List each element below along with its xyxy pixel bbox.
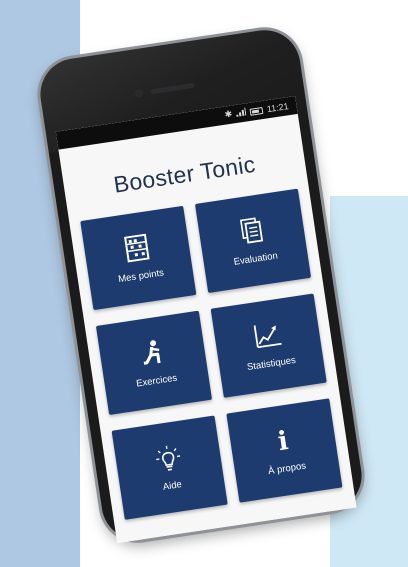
status-time: 11:21 <box>266 101 290 115</box>
app-screen: ✱ 11:21 Booster Tonic Mes points Evaluat… <box>55 96 357 544</box>
phone-device: ✱ 11:21 Booster Tonic Mes points Evaluat… <box>35 25 367 545</box>
tile-aide[interactable]: Aide <box>111 415 228 520</box>
exercise-icon <box>99 332 206 375</box>
lightbulb-icon <box>115 437 222 480</box>
tile-evaluation[interactable]: Evaluation <box>194 188 312 294</box>
info-icon: i <box>275 426 291 458</box>
tile-mes-points[interactable]: Mes points <box>80 205 197 311</box>
bluetooth-icon: ✱ <box>224 109 233 121</box>
tile-a-propos[interactable]: i À propos <box>226 398 343 503</box>
battery-icon <box>249 106 264 116</box>
tile-statistiques[interactable]: Statistiques <box>210 293 327 398</box>
document-icon <box>198 210 305 253</box>
tile-exercices[interactable]: Exercices <box>95 310 213 415</box>
signal-icon <box>235 106 247 119</box>
abacus-icon <box>83 228 190 271</box>
chart-icon <box>214 315 321 358</box>
